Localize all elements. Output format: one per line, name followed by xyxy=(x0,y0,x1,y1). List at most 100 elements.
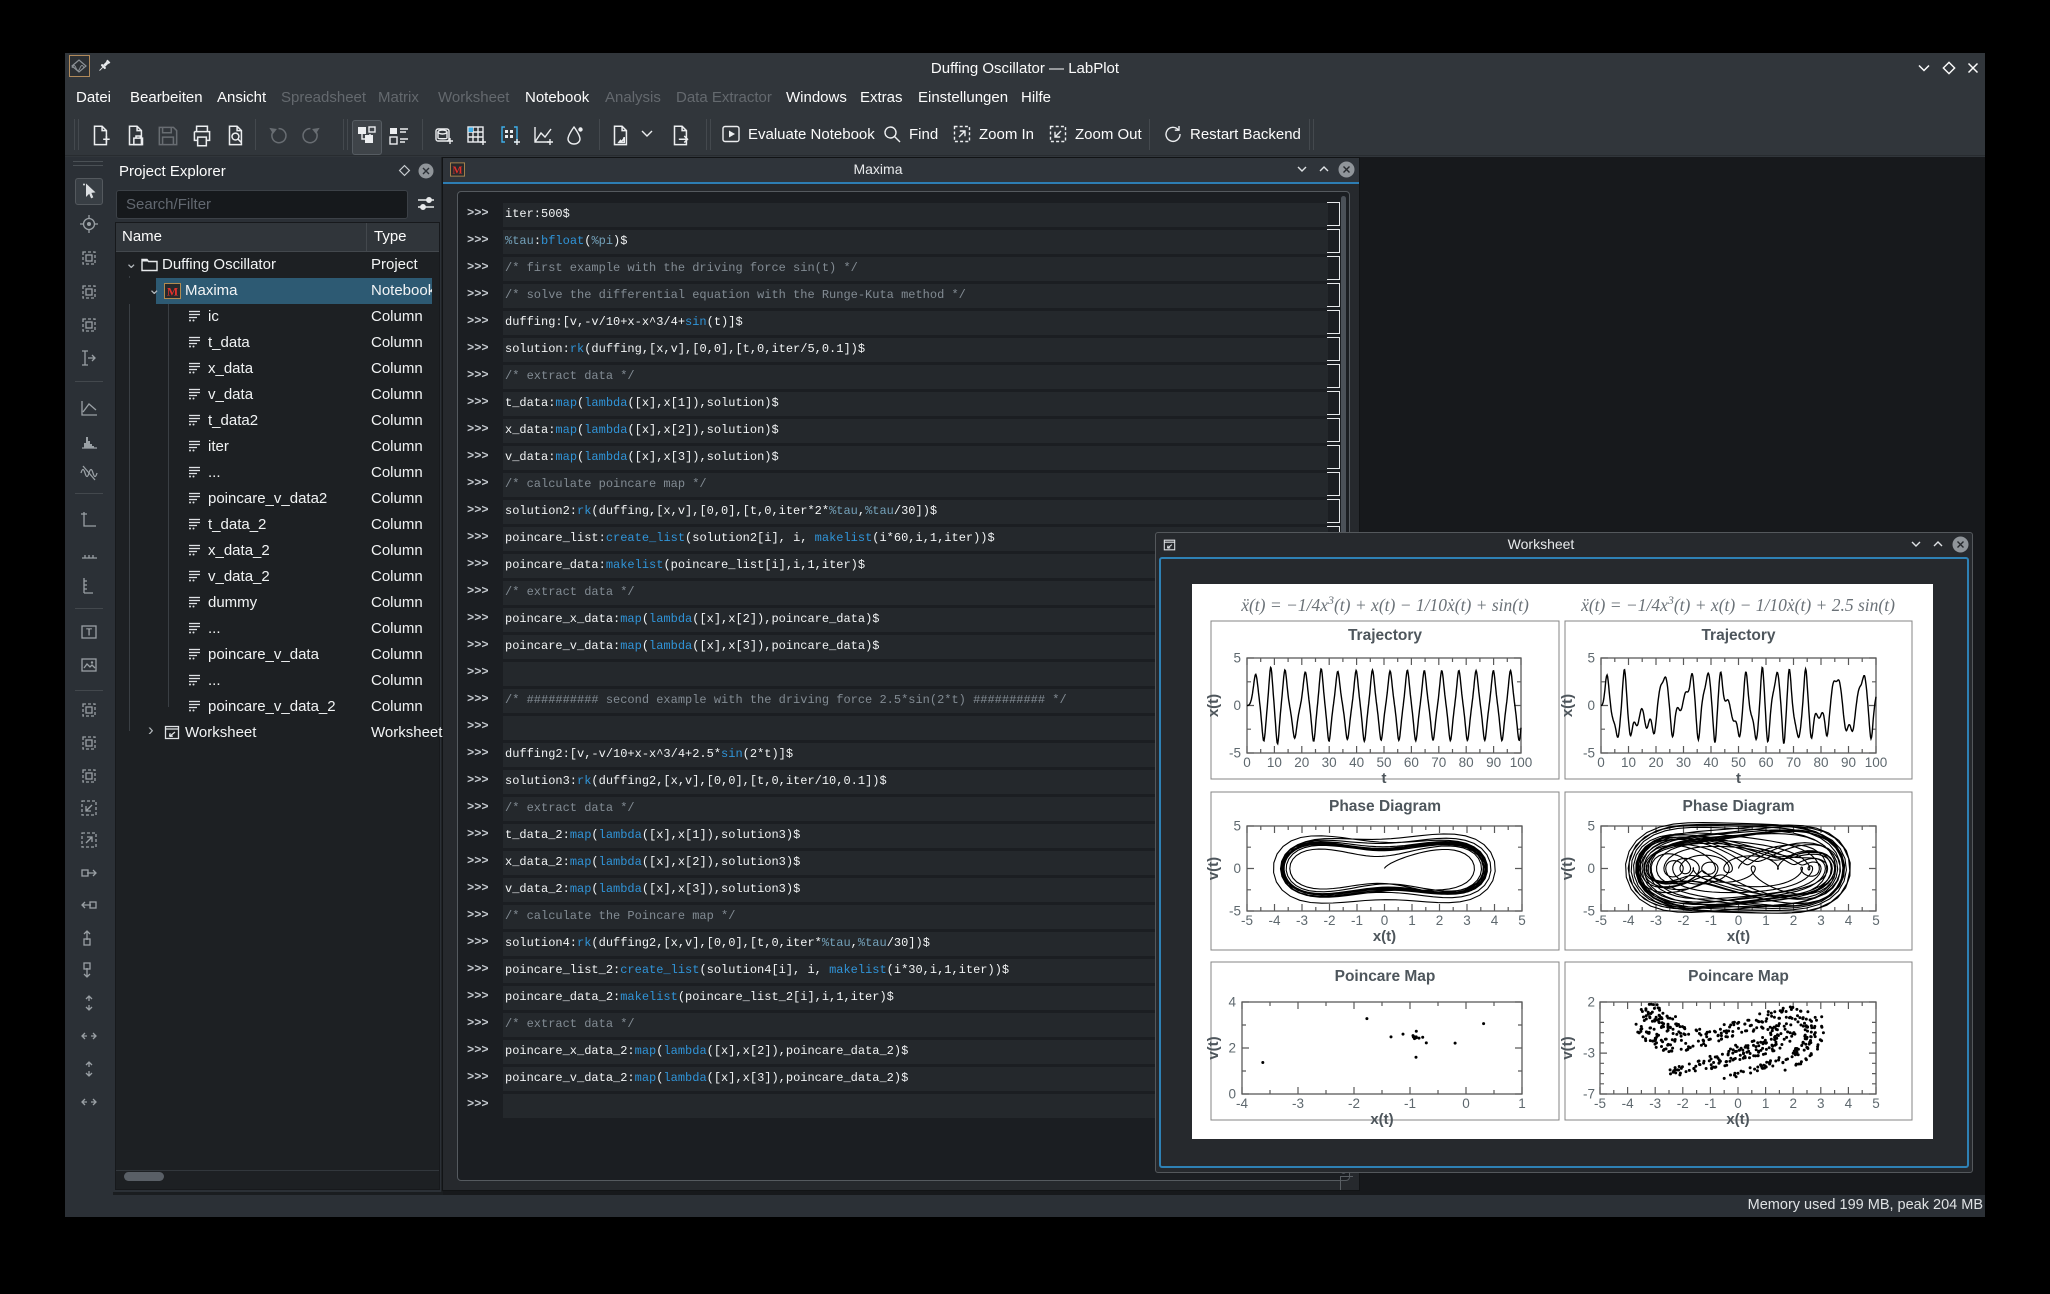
svg-text:0: 0 xyxy=(1462,1096,1470,1111)
svg-text:-5: -5 xyxy=(1583,904,1595,919)
svg-text:4: 4 xyxy=(1845,1096,1853,1111)
svg-text:-5: -5 xyxy=(1229,746,1241,761)
svg-text:-5: -5 xyxy=(1594,1096,1606,1111)
svg-text:2: 2 xyxy=(1228,1041,1236,1056)
svg-text:0: 0 xyxy=(1228,1087,1236,1102)
svg-text:-4: -4 xyxy=(1622,1096,1634,1111)
svg-text:70: 70 xyxy=(1431,755,1446,770)
svg-text:30: 30 xyxy=(1322,755,1337,770)
svg-text:20: 20 xyxy=(1648,755,1663,770)
svg-text:40: 40 xyxy=(1703,755,1718,770)
svg-text:x(t): x(t) xyxy=(1559,694,1576,717)
svg-text:60: 60 xyxy=(1404,755,1419,770)
svg-text:ẍ(t) = −1/4x3(t) + x(t) − 1/1: ẍ(t) = −1/4x3(t) + x(t) − 1/10ẋ(t) + 2… xyxy=(1580,593,1895,615)
svg-text:ẍ(t) = −1/4x3(t) + x(t) − 1/1: ẍ(t) = −1/4x3(t) + x(t) − 1/10ẋ(t) + s… xyxy=(1240,593,1529,615)
svg-text:4: 4 xyxy=(1491,913,1499,928)
svg-text:2: 2 xyxy=(1436,913,1444,928)
svg-text:5: 5 xyxy=(1872,1096,1880,1111)
svg-text:0: 0 xyxy=(1587,698,1595,713)
svg-text:Trajectory: Trajectory xyxy=(1701,627,1775,644)
svg-text:50: 50 xyxy=(1376,755,1391,770)
svg-text:-3: -3 xyxy=(1650,913,1662,928)
svg-text:3: 3 xyxy=(1817,913,1825,928)
svg-text:5: 5 xyxy=(1233,819,1241,834)
svg-text:x(t): x(t) xyxy=(1205,694,1222,717)
svg-text:0: 0 xyxy=(1735,913,1743,928)
svg-text:1: 1 xyxy=(1408,913,1416,928)
svg-text:-2: -2 xyxy=(1348,1096,1360,1111)
svg-text:2: 2 xyxy=(1587,995,1595,1010)
svg-text:0: 0 xyxy=(1233,698,1241,713)
svg-text:0: 0 xyxy=(1734,1096,1742,1111)
svg-text:-5: -5 xyxy=(1595,913,1607,928)
svg-text:4: 4 xyxy=(1228,995,1236,1010)
svg-text:t: t xyxy=(1382,770,1387,787)
svg-text:-3: -3 xyxy=(1292,1096,1304,1111)
svg-text:t: t xyxy=(1736,770,1741,787)
svg-text:Trajectory: Trajectory xyxy=(1348,627,1422,644)
svg-text:5: 5 xyxy=(1587,651,1595,666)
svg-text:80: 80 xyxy=(1813,755,1828,770)
svg-text:30: 30 xyxy=(1676,755,1691,770)
svg-text:5: 5 xyxy=(1233,651,1241,666)
svg-text:100: 100 xyxy=(1510,755,1533,770)
svg-text:-5: -5 xyxy=(1229,904,1241,919)
svg-text:-2: -2 xyxy=(1677,1096,1689,1111)
svg-text:3: 3 xyxy=(1463,913,1471,928)
svg-text:90: 90 xyxy=(1841,755,1856,770)
svg-text:-1: -1 xyxy=(1404,1096,1416,1111)
svg-text:5: 5 xyxy=(1872,913,1880,928)
svg-text:-3: -3 xyxy=(1583,1046,1595,1061)
svg-text:Poincare Map: Poincare Map xyxy=(1688,968,1789,985)
svg-text:-5: -5 xyxy=(1241,913,1253,928)
svg-text:60: 60 xyxy=(1758,755,1773,770)
svg-text:Phase Diagram: Phase Diagram xyxy=(1329,798,1441,815)
svg-text:x(t): x(t) xyxy=(1727,928,1750,945)
svg-text:-3: -3 xyxy=(1296,913,1308,928)
svg-text:-3: -3 xyxy=(1649,1096,1661,1111)
svg-text:M: M xyxy=(167,285,178,299)
svg-text:x(t): x(t) xyxy=(1726,1111,1749,1128)
svg-text:40: 40 xyxy=(1349,755,1364,770)
svg-text:-4: -4 xyxy=(1268,913,1280,928)
svg-text:-2: -2 xyxy=(1677,913,1689,928)
svg-text:1: 1 xyxy=(1762,1096,1770,1111)
svg-text:-1: -1 xyxy=(1704,1096,1716,1111)
svg-text:100: 100 xyxy=(1865,755,1888,770)
svg-text:80: 80 xyxy=(1459,755,1474,770)
svg-text:10: 10 xyxy=(1267,755,1282,770)
svg-text:0: 0 xyxy=(1381,913,1389,928)
svg-text:-1: -1 xyxy=(1351,913,1363,928)
svg-text:70: 70 xyxy=(1786,755,1801,770)
svg-text:-4: -4 xyxy=(1236,1096,1248,1111)
svg-text:0: 0 xyxy=(1233,861,1241,876)
svg-text:x(t): x(t) xyxy=(1370,1111,1393,1128)
svg-text:-1: -1 xyxy=(1705,913,1717,928)
svg-text:50: 50 xyxy=(1731,755,1746,770)
svg-text:x(t): x(t) xyxy=(1373,928,1396,945)
svg-text:3: 3 xyxy=(1817,1096,1825,1111)
svg-text:4: 4 xyxy=(1845,913,1853,928)
svg-text:2: 2 xyxy=(1790,913,1798,928)
svg-text:2: 2 xyxy=(1789,1096,1797,1111)
svg-text:90: 90 xyxy=(1486,755,1501,770)
svg-text:-7: -7 xyxy=(1583,1087,1595,1102)
svg-text:10: 10 xyxy=(1621,755,1636,770)
svg-text:-2: -2 xyxy=(1323,913,1335,928)
svg-text:Poincare Map: Poincare Map xyxy=(1335,968,1436,985)
svg-text:v(t): v(t) xyxy=(1205,1036,1222,1059)
svg-text:0: 0 xyxy=(1243,755,1251,770)
svg-text:v(t): v(t) xyxy=(1205,857,1222,880)
svg-text:20: 20 xyxy=(1294,755,1309,770)
svg-text:1: 1 xyxy=(1518,1096,1526,1111)
svg-text:Phase Diagram: Phase Diagram xyxy=(1683,798,1795,815)
svg-text:T: T xyxy=(86,628,92,639)
svg-text:0: 0 xyxy=(1587,861,1595,876)
svg-text:v(t): v(t) xyxy=(1559,857,1576,880)
svg-text:v(t): v(t) xyxy=(1559,1036,1576,1059)
svg-text:1: 1 xyxy=(1762,913,1770,928)
svg-text:5: 5 xyxy=(1518,913,1526,928)
svg-text:5: 5 xyxy=(1587,819,1595,834)
svg-text:0: 0 xyxy=(1597,755,1605,770)
svg-text:-4: -4 xyxy=(1622,913,1634,928)
